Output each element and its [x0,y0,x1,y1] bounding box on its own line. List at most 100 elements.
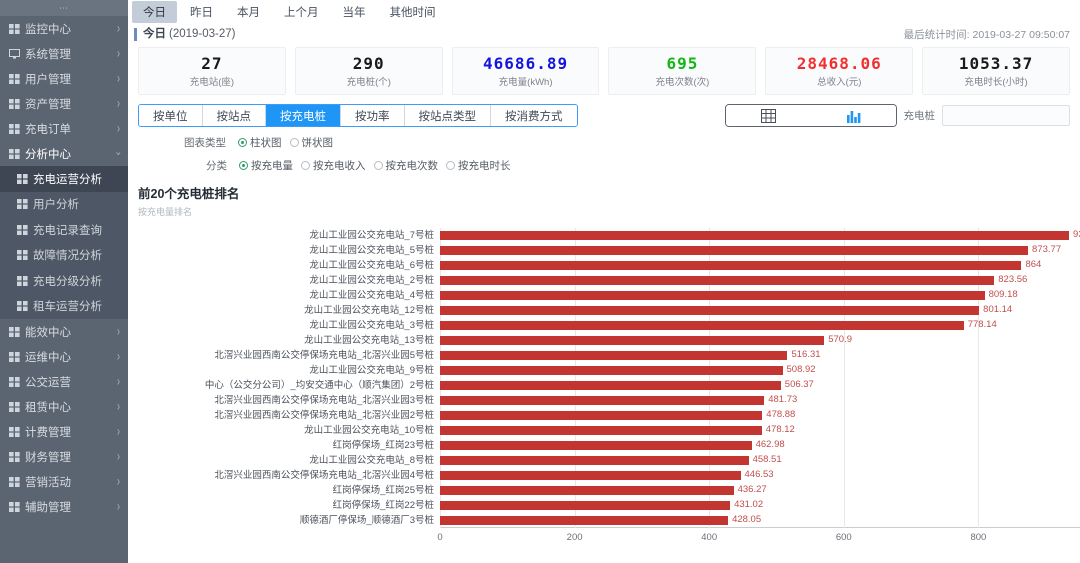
stat-card-caption: 充电站(座) [189,76,235,88]
sidebar-subitem-1[interactable]: 用户分析 [0,191,128,217]
chart-bar-row-14[interactable]: 462.98 [440,438,785,453]
sidebar-subitem-2[interactable]: 充电记录查询 [0,217,128,243]
grid-icon [9,73,20,84]
radio-label: 按充电次数 [385,160,439,172]
filter-tab-0[interactable]: 按单位 [139,105,203,126]
sidebar-item-5[interactable]: 分析中心 › [0,141,128,166]
sidebar-item-lower-6[interactable]: 营销活动 › [0,469,128,494]
chart-type-radio-0[interactable]: 柱状图 [238,135,282,150]
chart-bar-row-6[interactable]: 778.14 [440,318,997,333]
grid-icon [9,23,20,34]
chart-category-label-5: 龙山工业园公交充电站_12号桩 [304,304,434,316]
sidebar-item-label: 监控中心 [25,23,71,36]
chart-bar-value: 431.02 [734,499,764,511]
chart-bar [440,515,729,525]
chart-title: 前20个充电桩排名 [138,187,240,201]
date-tab-3[interactable]: 上个月 [273,1,330,23]
sidebar-subitem-label: 充电运营分析 [33,173,102,186]
filter-tab-3[interactable]: 按功率 [341,105,405,126]
category-radios: 按充电量 按充电收入 按充电次数 按充电时长 [239,158,511,173]
sidebar-subitem-3[interactable]: 故障情况分析 [0,242,128,268]
chart-bar-row-18[interactable]: 431.02 [440,498,763,513]
category-radio-2[interactable]: 按充电次数 [373,158,439,173]
chart-type-radio-1[interactable]: 饼状图 [289,135,333,150]
chart-bar-row-19[interactable]: 428.05 [440,513,761,528]
date-tab-0[interactable]: 今日 [132,1,177,23]
chart-bar-row-9[interactable]: 508.92 [440,363,816,378]
chevron-right-icon: › [117,373,120,389]
sidebar-item-lower-7[interactable]: 辅助管理 › [0,494,128,519]
chart-bar-row-2[interactable]: 864 [440,258,1041,273]
filter-tab-4[interactable]: 按站点类型 [404,105,491,126]
chart-category-label-14: 红岗停保场_红岗23号桩 [332,439,434,451]
sidebar-item-2[interactable]: 用户管理 › [0,66,128,91]
sidebar-item-lower-4[interactable]: 计费管理 › [0,419,128,444]
date-tab-4[interactable]: 当年 [332,1,377,23]
chart-subtitle: 按充电量排名 [138,207,193,217]
sidebar-item-lower-2[interactable]: 公交运营 › [0,369,128,394]
stat-card-value: 28468.06 [796,53,882,73]
chart-bar-row-17[interactable]: 436.27 [440,483,767,498]
radio-label: 按充电收入 [313,160,366,172]
chart-bar-row-7[interactable]: 570.9 [440,333,852,348]
category-label: 分类 [206,160,227,172]
sidebar-collapse-handle[interactable]: ⋯ [0,0,128,16]
date-tab-1[interactable]: 昨日 [179,1,224,23]
chart-category-label-3: 龙山工业园公交充电站_2号桩 [309,274,434,286]
chart-bar-row-15[interactable]: 458.51 [440,453,782,468]
chart-bar-row-3[interactable]: 823.56 [440,273,1027,288]
chart-bar-row-1[interactable]: 873.77 [440,243,1061,258]
stat-card-value: 27 [201,53,223,73]
bar-chart-view-icon[interactable] [810,105,896,126]
chart-bar [440,320,964,330]
chart-bar-value: 516.31 [791,349,821,361]
chart-bar-row-10[interactable]: 506.37 [440,378,814,393]
sidebar-subitem-0[interactable]: 充电运营分析 [0,166,128,192]
monitor-icon [9,48,20,59]
sidebar-subitem-label: 租车运营分析 [33,301,102,314]
chart-bar-row-5[interactable]: 801.14 [440,303,1012,318]
chart-bar-row-12[interactable]: 478.88 [440,408,795,423]
sidebar-item-lower-5[interactable]: 财务管理 › [0,444,128,469]
sidebar-item-3[interactable]: 资产管理 › [0,91,128,116]
chart-bar-row-13[interactable]: 478.12 [440,423,795,438]
chart-bar-row-8[interactable]: 516.31 [440,348,821,363]
category-radio-3[interactable]: 按充电时长 [446,158,511,173]
chart-bar [440,395,765,405]
chart-bar-row-0[interactable]: 934.55 [440,228,1080,243]
grid-icon [9,376,20,387]
filter-tab-5[interactable]: 按消费方式 [491,105,577,126]
radio-label: 按充电量 [251,160,293,172]
sidebar-item-1[interactable]: 系统管理 › [0,41,128,66]
stat-card-value: 695 [666,53,699,73]
sidebar-item-label: 资产管理 [25,98,71,111]
search-input[interactable] [942,105,1070,126]
sidebar-subitem-5[interactable]: 租车运营分析 [0,293,128,319]
filter-tab-1[interactable]: 按站点 [202,105,266,126]
chart-xtick-4: 800 [970,532,987,543]
filter-tab-2[interactable]: 按充电桩 [266,105,341,126]
category-radio-0[interactable]: 按充电量 [239,158,293,173]
chevron-right-icon: › [117,20,120,36]
chart-bar [440,350,788,360]
sidebar-item-lower-0[interactable]: 能效中心 › [0,319,128,344]
grid-icon [9,351,20,362]
category-radio-1[interactable]: 按充电收入 [301,158,366,173]
radio-label: 柱状图 [250,137,282,149]
chart-category-label-2: 龙山工业园公交充电站_6号桩 [309,259,434,271]
view-toggle-group [724,104,897,127]
chart-category-label-4: 龙山工业园公交充电站_4号桩 [309,289,434,301]
sidebar-item-lower-3[interactable]: 租赁中心 › [0,394,128,419]
sidebar-subitem-label: 充电分级分析 [33,275,102,288]
sidebar-item-4[interactable]: 充电订单 › [0,116,128,141]
chart-bar-row-16[interactable]: 446.53 [440,468,774,483]
chart-bar-row-11[interactable]: 481.73 [440,393,797,408]
chart-bar [440,440,752,450]
date-tab-2[interactable]: 本月 [226,1,271,23]
table-view-icon[interactable] [725,105,811,126]
sidebar-subitem-4[interactable]: 充电分级分析 [0,268,128,294]
sidebar-item-lower-1[interactable]: 运维中心 › [0,344,128,369]
sidebar-item-0[interactable]: 监控中心 › [0,16,128,41]
date-tab-5[interactable]: 其他时间 [379,1,447,23]
chart-bar-row-4[interactable]: 809.18 [440,288,1018,303]
